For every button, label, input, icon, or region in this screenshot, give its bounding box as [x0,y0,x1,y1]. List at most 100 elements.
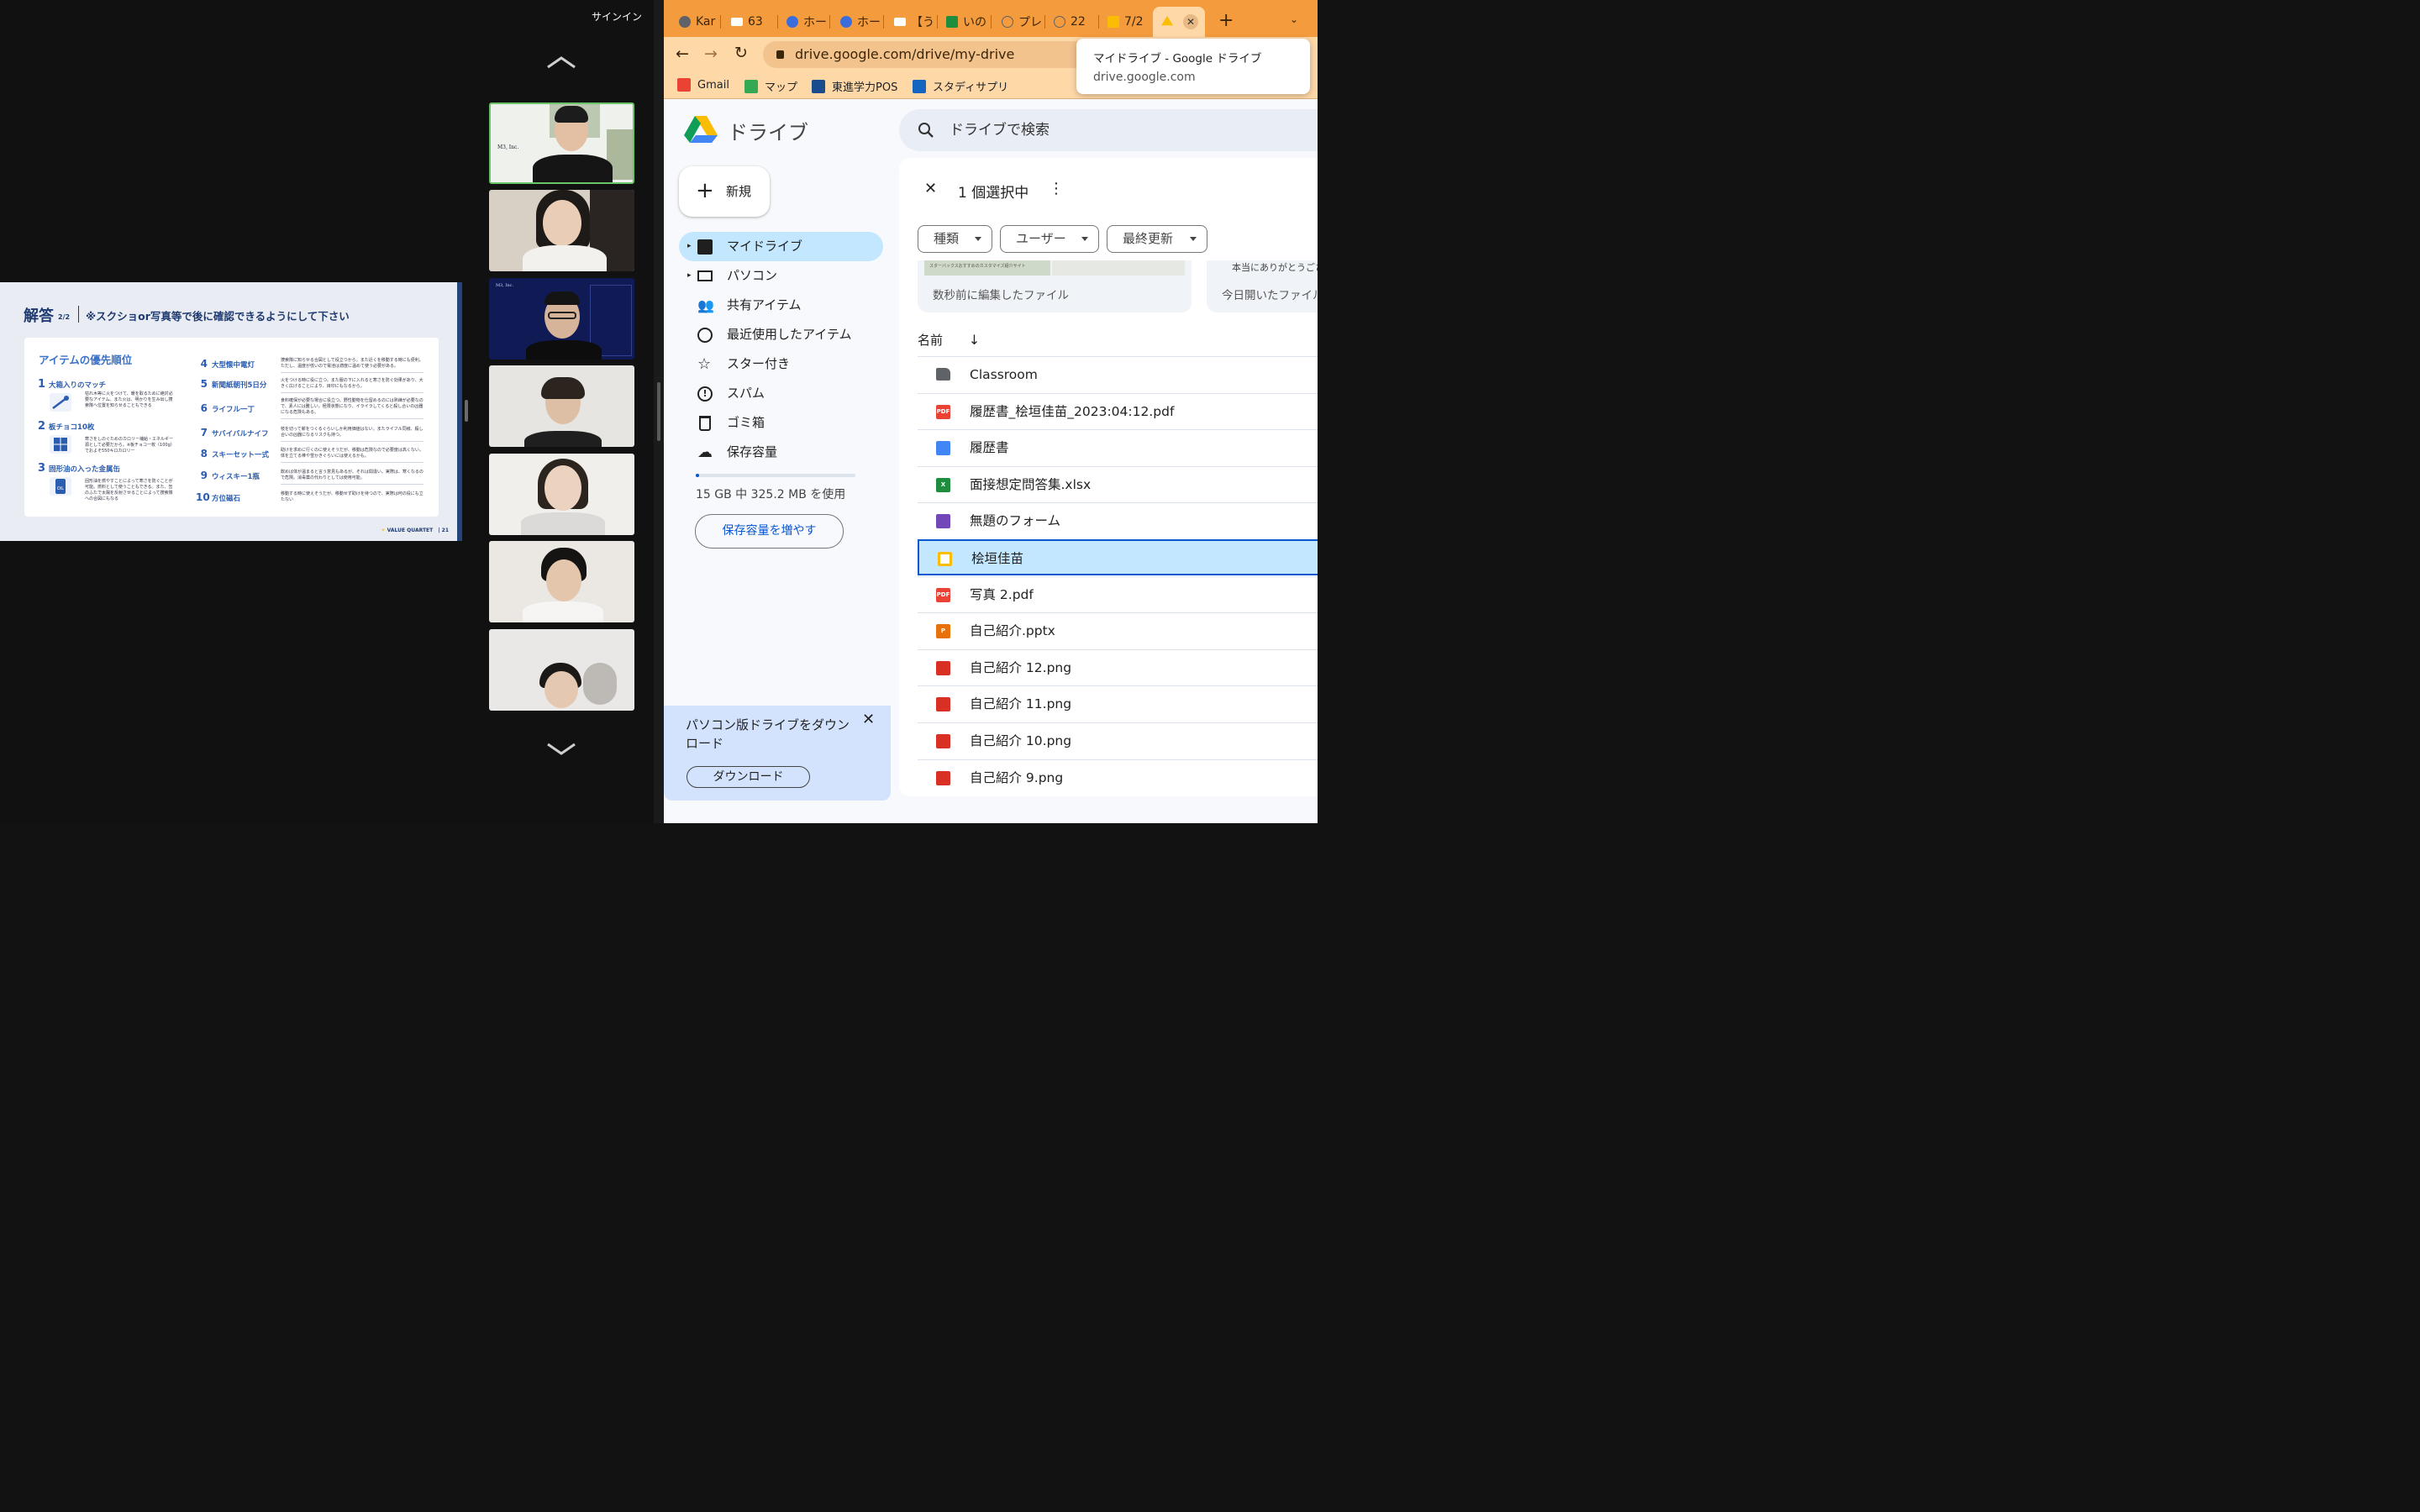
file-row[interactable]: 無題のフォーム [918,502,1318,538]
priority-item-4: 4 大型懐中電灯 [200,358,255,370]
plus-icon: + [696,178,714,203]
slide-footer: ✦ VALUE QUARTET | 21 [381,528,450,533]
tab-6[interactable]: いの [938,7,992,37]
clock-icon [697,328,713,343]
file-name: 自己紹介 12.png [970,659,1072,675]
svg-text:OIL: OIL [57,486,64,491]
panel-title: アイテムの優先順位 [39,354,133,366]
company-logo: M3, Inc. [496,283,514,288]
nav-spam[interactable]: ! スパム [679,379,883,408]
split-grip[interactable] [657,382,660,441]
match-icon [50,393,71,412]
tab-1[interactable]: Kar [671,7,721,37]
file-thumbnail: スターバックスおすすめのカスタマイズ紹介サイト [924,260,1050,276]
video-tile-participant-4[interactable] [489,365,634,447]
file-name: 面接想定問答集.xlsx [970,476,1092,492]
background-decoration [583,663,617,705]
video-tile-participant-2[interactable] [489,190,634,271]
bookmark-gmail[interactable]: Gmail [677,78,729,92]
search-placeholder: ドライブで検索 [950,122,1050,139]
nav-trash[interactable]: ゴミ箱 [679,408,883,438]
file-name: 履歴書_桧垣佳苗_2023:04:12.pdf [970,403,1175,419]
new-tab-button[interactable]: + [1218,10,1234,31]
video-tile-participant-3[interactable]: M3, Inc. [489,278,634,360]
file-row[interactable]: PDF 履歴書_桧垣佳苗_2023:04:12.pdf [918,392,1318,429]
my-drive-icon [697,239,713,255]
cloud-icon: ☁ [697,444,713,461]
name-column-header[interactable]: 名前 ↓ [918,331,980,349]
shared-slide: 解答 2/2 ※スクショor写真等で後に確認できるようにして下さい アイテムの優… [0,282,462,541]
new-button[interactable]: + 新規 [679,166,770,217]
drive-icon [1161,16,1173,26]
sign-in-button[interactable]: サインイン [588,7,646,26]
drive-app: ドライブ ドライブで検索 + 新規 ▸ マイドライブ ▸ パソコン 👥 共有アイ… [664,99,1318,823]
participant-body [533,155,613,182]
video-tile-host[interactable]: M3, Inc. [489,102,634,184]
drive-search-input[interactable]: ドライブで検索 [899,109,1318,151]
video-tile-participant-5[interactable] [489,454,634,535]
tab-2[interactable]: 63 [723,7,778,37]
tab-4[interactable]: ホー [832,7,884,37]
file-row[interactable]: PDF 写真 2.pdf [918,575,1318,612]
search-icon [918,123,934,138]
file-row[interactable]: X 面接想定問答集.xlsx [918,465,1318,502]
forward-icon[interactable]: → [704,45,718,63]
video-tile-participant-7[interactable] [489,629,634,711]
slide-subtitle: ※スクショor写真等で後に確認できるようにして下さい [86,310,350,323]
file-row[interactable]: 自己紹介 10.png [918,722,1318,759]
priority-desc-7: 枝を切って薪をつくるぐらいしか利用価値はない。またライフル同様、殺し合いの凶器に… [281,427,424,442]
file-name: 桧垣佳苗 [971,551,1024,566]
scroll-down-icon[interactable] [544,741,578,758]
nav-storage[interactable]: ☁ 保存容量 [679,438,883,467]
tab-3[interactable]: ホー [778,7,830,37]
close-tab-icon[interactable]: ✕ [1183,14,1198,29]
file-row[interactable]: 自己紹介 9.png [918,759,1318,795]
bookmark-maps[interactable]: マップ [744,78,797,94]
tab-7[interactable]: プレ [993,7,1045,37]
split-divider[interactable] [654,0,664,823]
nav-my-drive[interactable]: ▸ マイドライブ [679,232,883,261]
bookmark-toshin[interactable]: 東進学力POS [812,78,897,94]
reload-icon[interactable]: ↻ [734,44,748,62]
slide-title: 解答 [24,307,54,325]
file-row[interactable]: P 自己紹介.pptx [918,612,1318,648]
tab-9[interactable]: 7/2 [1099,7,1151,37]
clear-selection-icon[interactable]: ✕ [924,180,937,197]
suggested-file-card[interactable]: 本当にありがとうござい 今日開いたファイル [1207,260,1318,312]
download-button[interactable]: ダウンロード [687,766,810,788]
file-name: 自己紹介 11.png [970,696,1072,712]
panel-resize-handle[interactable] [465,400,468,422]
close-icon[interactable]: ✕ [862,711,875,728]
expand-arrow-icon[interactable]: ▸ [687,232,692,261]
file-row[interactable]: 自己紹介 11.png [918,685,1318,722]
sort-arrow-icon[interactable]: ↓ [969,332,980,348]
nav-computers[interactable]: ▸ パソコン [679,261,883,291]
filter-modified-chip[interactable]: 最終更新 [1107,225,1207,253]
priority-item-5: 5 新聞紙朝刊5日分 [200,378,267,390]
bookmark-studysapuri[interactable]: スタディサプリ [913,78,1008,94]
suggested-file-card[interactable]: スターバックスおすすめのカスタマイズ紹介サイト 数秒前に編集したファイル [918,260,1192,312]
file-row[interactable]: 桧垣佳苗 [918,539,1318,575]
video-tile-participant-6[interactable] [489,541,634,622]
scroll-up-icon[interactable] [544,54,578,71]
get-more-storage-button[interactable]: 保存容量を増やす [695,514,844,549]
nav-shared[interactable]: 👥 共有アイテム [679,291,883,320]
nav-starred[interactable]: ☆ スター付き [679,349,883,379]
tab-5[interactable]: 【う [886,7,938,37]
nav-recent[interactable]: 最近使用したアイテム [679,320,883,349]
file-row[interactable]: 履歴書 [918,429,1318,465]
tab-active-drive[interactable]: ✕ [1153,7,1205,37]
tab-search-icon[interactable]: ⌄ [1290,13,1298,25]
file-row[interactable]: Classroom [918,356,1318,392]
filter-type-chip[interactable]: 種類 [918,225,992,253]
wave-icon [1054,16,1065,28]
priority-desc-6: 食料確保が必要な場合に役立つ。野性動物を仕留めるのには熟練が必要なので、素人には… [281,398,424,419]
expand-arrow-icon[interactable]: ▸ [687,261,692,291]
filter-people-chip[interactable]: ユーザー [1000,225,1099,253]
priority-desc-2: 寒さをしのぐためのカロリー補給・エネルギー源として必要だから。※板チョコ一枚（1… [85,437,175,454]
file-row[interactable]: 自己紹介 12.png [918,648,1318,685]
back-icon[interactable]: ← [676,45,689,63]
tab-8[interactable]: 22 [1045,7,1099,37]
storage-usage-fill [696,474,699,477]
more-actions-icon[interactable]: ⋮ [1049,180,1064,197]
